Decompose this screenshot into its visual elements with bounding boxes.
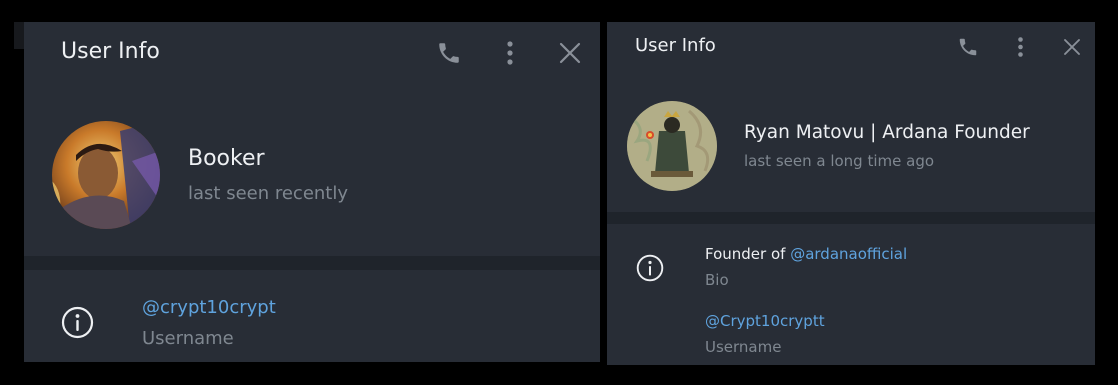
user-info-panel-booker: User Info Booker last seen recently @cry… <box>24 22 600 362</box>
avatar[interactable] <box>52 121 160 229</box>
user-info-panel-ryan: User Info Ryan Matovu | Ardana Founder l… <box>607 22 1095 365</box>
panel-title: User Info <box>61 39 160 64</box>
more-vertical-icon[interactable] <box>1007 34 1033 60</box>
profile-name: Ryan Matovu | Ardana Founder <box>744 122 1030 143</box>
close-icon[interactable] <box>1059 34 1085 60</box>
username-label: Username <box>142 328 234 349</box>
panel-title: User Info <box>635 35 716 56</box>
bio-label: Bio <box>705 271 729 289</box>
username-link[interactable]: @crypt10crypt <box>142 297 276 318</box>
bio-prefix: Founder of <box>705 245 791 263</box>
bio-text: Founder of @ardanaofficial <box>705 245 907 263</box>
username-link[interactable]: @Crypt10cryptt <box>705 312 825 330</box>
phone-icon[interactable] <box>434 38 464 68</box>
section-divider <box>24 256 600 270</box>
profile-status: last seen a long time ago <box>744 152 935 170</box>
section-divider <box>607 212 1095 224</box>
profile-name: Booker <box>188 146 265 171</box>
phone-icon[interactable] <box>955 34 981 60</box>
info-icon <box>636 254 664 282</box>
avatar[interactable] <box>627 101 717 191</box>
close-icon[interactable] <box>555 38 585 68</box>
more-vertical-icon[interactable] <box>495 38 525 68</box>
bio-mention-link[interactable]: @ardanaofficial <box>790 245 907 263</box>
background-window-strip <box>14 22 24 49</box>
info-icon <box>61 306 94 339</box>
username-label: Username <box>705 338 782 356</box>
profile-status: last seen recently <box>188 183 349 204</box>
